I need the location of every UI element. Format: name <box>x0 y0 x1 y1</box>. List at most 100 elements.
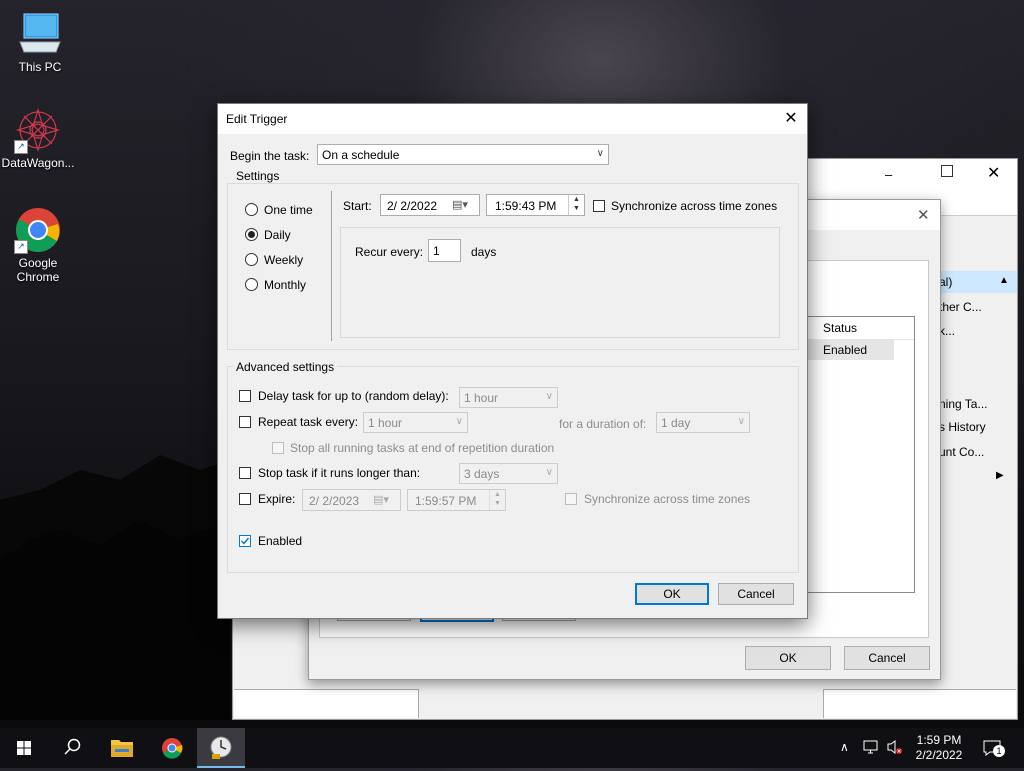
edit-trigger-dialog: Edit Trigger ✕ Begin the task: On a sche… <box>217 103 808 619</box>
desktop-icon-datawagon[interactable]: ↗ DataWagon... <box>0 106 76 170</box>
action-item[interactable]: s History <box>939 420 986 434</box>
expire-time-value: 1:59:57 PM <box>415 494 477 508</box>
expire-date-picker[interactable]: 2/ 2/2023 ▤▾ <box>302 489 401 511</box>
duration-select[interactable]: 1 day ∨ <box>656 412 750 433</box>
sync-timezones-checkbox[interactable] <box>593 200 605 212</box>
start-button[interactable] <box>0 728 48 768</box>
radio-daily-label[interactable]: Daily <box>264 228 291 242</box>
chevron-down-icon: ∨ <box>545 391 553 402</box>
triggers-list[interactable]: Status Enabled <box>805 316 915 593</box>
calendar-icon[interactable]: ▤▾ <box>452 198 468 211</box>
repeat-task-checkbox[interactable] <box>239 416 251 428</box>
taskbar: ∧ 1:59 PM 2/2/2022 1 <box>0 728 1024 768</box>
desktop-icon-label: DataWagon... <box>1 156 75 170</box>
close-icon[interactable]: ✕ <box>917 206 930 224</box>
repeat-task-label[interactable]: Repeat task every: <box>258 415 358 429</box>
clock-date: 2/2/2022 <box>915 748 963 762</box>
delay-task-select[interactable]: 1 hour ∨ <box>459 387 558 408</box>
desktop-icon-this-pc[interactable]: This PC <box>2 10 78 74</box>
close-icon[interactable]: ✕ <box>775 104 807 134</box>
start-date-value: 2/ 2/2022 <box>387 199 438 213</box>
expire-sync-label[interactable]: Synchronize across time zones <box>584 492 750 506</box>
radio-monthly-label[interactable]: Monthly <box>264 278 306 292</box>
delay-task-checkbox[interactable] <box>239 390 251 402</box>
cancel-button[interactable]: Cancel <box>718 583 794 605</box>
shortcut-arrow-icon: ↗ <box>14 140 28 154</box>
expire-sync-checkbox[interactable] <box>565 493 577 505</box>
dialog-title: Edit Trigger <box>226 112 288 126</box>
recur-every-value: 1 <box>433 244 440 258</box>
duration-label: for a duration of: <box>559 417 647 431</box>
windows-logo-icon <box>17 741 31 755</box>
sync-timezones-label[interactable]: Synchronize across time zones <box>611 199 777 213</box>
recur-every-input[interactable]: 1 <box>428 239 461 262</box>
action-item[interactable]: ther C... <box>939 300 982 314</box>
advanced-settings-label: Advanced settings <box>233 360 338 374</box>
desktop-icon-label: Google Chrome <box>16 256 60 284</box>
maximize-icon[interactable] <box>941 165 953 177</box>
duration-value: 1 day <box>661 416 691 430</box>
radio-weekly[interactable] <box>245 253 258 266</box>
radio-one-time[interactable] <box>245 203 258 216</box>
taskbar-task-scheduler[interactable] <box>197 728 245 768</box>
action-item[interactable]: k... <box>939 324 955 338</box>
search-button[interactable] <box>48 728 96 768</box>
stop-running-label[interactable]: Stop all running tasks at end of repetit… <box>290 441 554 455</box>
stop-longer-select[interactable]: 3 days ∨ <box>459 463 558 484</box>
radio-monthly[interactable] <box>245 278 258 291</box>
radio-one-time-label[interactable]: One time <box>264 203 313 217</box>
expire-time-spinner[interactable]: 1:59:57 PM ▲ ▼ <box>407 489 506 511</box>
repeat-task-select[interactable]: 1 hour ∨ <box>363 412 468 433</box>
begin-task-select[interactable]: On a schedule ∨ <box>317 144 609 165</box>
list-header[interactable]: Status <box>806 317 914 340</box>
dialog-titlebar[interactable]: Edit Trigger ✕ <box>218 104 807 134</box>
start-time-spinner[interactable]: 1:59:43 PM ▲ ▼ <box>486 194 585 216</box>
chrome-icon: ↗ <box>14 206 62 254</box>
action-item[interactable]: ning Ta... <box>939 397 987 411</box>
actions-header[interactable]: al) ▲ <box>939 271 1017 293</box>
spinner-arrows-icon[interactable]: ▲ ▼ <box>489 490 505 510</box>
expire-label[interactable]: Expire: <box>258 492 295 506</box>
chevron-down-icon: ∨ <box>737 416 745 427</box>
chevron-up-icon[interactable]: ∧ <box>840 740 849 754</box>
repeat-task-value: 1 hour <box>368 416 403 430</box>
expire-date-value: 2/ 2/2023 <box>309 494 360 508</box>
begin-task-label: Begin the task: <box>230 149 310 163</box>
computer-icon <box>16 10 64 58</box>
ok-button[interactable]: OK <box>635 583 709 605</box>
radio-daily[interactable] <box>245 228 258 241</box>
delay-task-label[interactable]: Delay task for up to (random delay): <box>258 389 449 403</box>
background-ok-button[interactable]: OK <box>745 646 831 670</box>
network-icon[interactable] <box>862 738 880 759</box>
spinner-arrows-icon[interactable]: ▲ ▼ <box>568 195 584 215</box>
desktop-icon-chrome[interactable]: ↗ Google Chrome <box>0 206 76 284</box>
clock-time: 1:59 PM <box>916 733 962 747</box>
taskbar-chrome[interactable] <box>148 728 196 768</box>
recur-unit-label: days <box>471 245 497 259</box>
status-cell: Enabled <box>823 343 868 357</box>
stop-longer-label[interactable]: Stop task if it runs longer than: <box>258 466 420 480</box>
notification-center-icon[interactable]: 1 <box>982 738 1005 758</box>
enabled-label[interactable]: Enabled <box>258 534 302 548</box>
stop-running-checkbox[interactable] <box>272 442 284 454</box>
close-icon[interactable]: ✕ <box>987 163 1000 183</box>
desktop-icon-label: This PC <box>18 60 62 74</box>
expire-checkbox[interactable] <box>239 493 251 505</box>
background-cancel-button[interactable]: Cancel <box>844 646 930 670</box>
calendar-icon[interactable]: ▤▾ <box>373 493 389 506</box>
folder-icon <box>111 740 133 757</box>
stop-longer-checkbox[interactable] <box>239 467 251 479</box>
minimize-icon[interactable]: – <box>885 167 892 182</box>
volume-muted-icon[interactable] <box>886 738 904 759</box>
notification-count-badge: 1 <box>993 745 1005 757</box>
enabled-checkbox[interactable] <box>239 535 251 547</box>
actions-header-label: al) <box>939 275 953 289</box>
clock-area[interactable]: 1:59 PM 2/2/2022 <box>910 733 968 763</box>
background-right-pane <box>823 689 1016 718</box>
taskbar-file-explorer[interactable] <box>98 728 146 768</box>
radio-weekly-label[interactable]: Weekly <box>264 253 303 267</box>
start-date-picker[interactable]: 2/ 2/2022 ▤▾ <box>380 194 480 216</box>
table-row[interactable]: Enabled <box>806 340 894 360</box>
action-item[interactable]: unt Co... <box>939 445 984 459</box>
datawagon-icon: ↗ <box>14 106 62 154</box>
